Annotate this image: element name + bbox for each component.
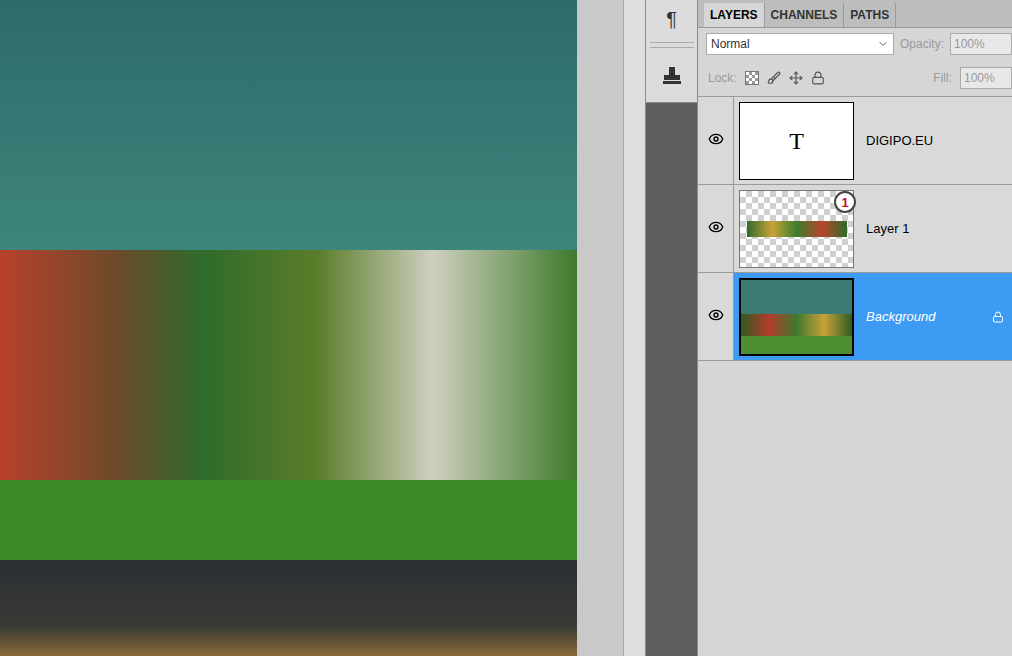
panel-tab[interactable]: PATHS — [844, 3, 896, 27]
layer-name: Layer 1 — [866, 219, 909, 239]
lock-all-icon[interactable] — [811, 71, 825, 85]
lock-label: Lock: — [708, 69, 737, 87]
fill-label: Fill: — [933, 69, 952, 87]
paragraph-panel-button[interactable]: ¶ — [650, 2, 694, 36]
layer-name: DIGIPO.EU — [866, 131, 933, 151]
text-layer-thumbnail: T — [739, 102, 854, 180]
layer-name: Background — [866, 307, 935, 327]
document-canvas — [0, 0, 577, 656]
photo-layer-thumbnail — [739, 278, 854, 356]
blend-mode-dropdown[interactable]: Normal — [706, 33, 894, 55]
dropdown-arrow-icon — [877, 38, 889, 50]
layer-lock-icon — [992, 311, 1004, 323]
photoshop-window: ¶LAYERSCHANNELSPATHSNormalOpacity:100%Lo… — [0, 0, 1012, 656]
layer-row[interactable]: 1 Layer 1 — [698, 185, 1012, 273]
stamp-icon — [661, 65, 683, 87]
panel-tabs: LAYERSCHANNELSPATHS — [698, 0, 1012, 28]
lock-pixels-icon[interactable] — [767, 71, 781, 85]
layers-panel: LAYERSCHANNELSPATHS Normal Opacity: 100% Loc… — [697, 0, 1012, 656]
opacity-label: Opacity: — [900, 35, 944, 53]
lock-transparency-icon[interactable] — [745, 71, 759, 85]
panel-tab[interactable]: CHANNELS — [765, 3, 845, 27]
fill-field[interactable]: 100% — [960, 67, 1012, 89]
layer-row[interactable]: Background — [698, 273, 1012, 361]
layers-list: T DIGIPO.EU 1 Layer 1 Background — [698, 96, 1012, 361]
panel-tab[interactable]: LAYERS — [704, 3, 765, 27]
lock-position-icon[interactable] — [789, 71, 803, 85]
clone-source-button[interactable] — [650, 54, 694, 98]
panel-dock: ¶ — [645, 0, 697, 656]
layer-row[interactable]: T DIGIPO.EU — [698, 97, 1012, 185]
visibility-eye-icon[interactable] — [708, 131, 724, 147]
opacity-field[interactable]: 100% — [950, 33, 1012, 55]
visibility-eye-icon[interactable] — [708, 307, 724, 323]
step-badge: 1 — [834, 191, 856, 213]
visibility-eye-icon[interactable] — [708, 219, 724, 235]
